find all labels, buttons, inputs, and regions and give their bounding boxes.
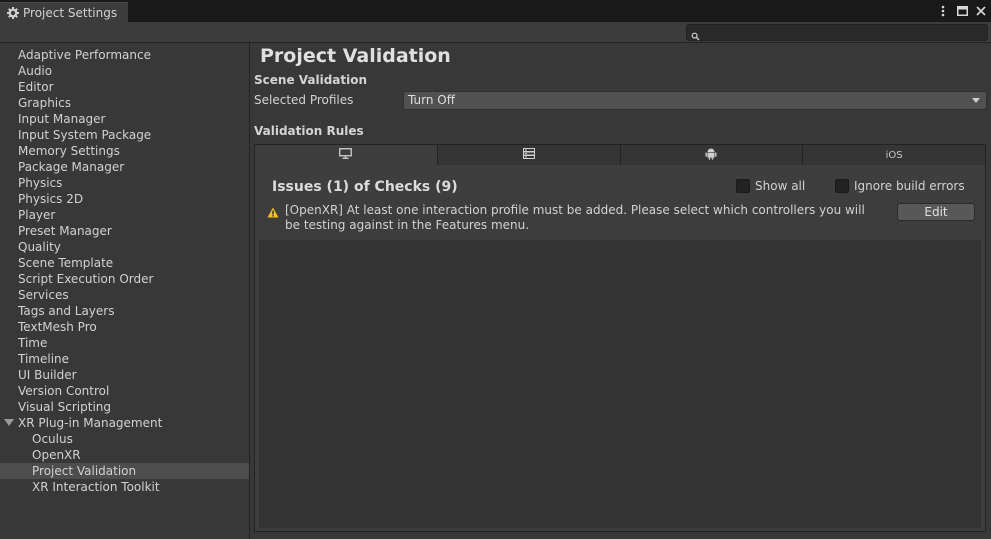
- sidebar-item-preset-manager[interactable]: Preset Manager: [0, 223, 249, 239]
- sidebar-item-physics[interactable]: Physics: [0, 175, 249, 191]
- sidebar-item-adaptive-performance[interactable]: Adaptive Performance: [0, 47, 249, 63]
- server-icon: [522, 148, 535, 162]
- chevron-down-icon: [972, 98, 980, 103]
- sidebar-item-timeline[interactable]: Timeline: [0, 351, 249, 367]
- selected-profiles-dropdown[interactable]: Turn Off: [403, 91, 987, 110]
- tab-android[interactable]: [620, 144, 804, 166]
- ignore-build-errors-checkbox[interactable]: [835, 179, 849, 193]
- sidebar-item-package-manager[interactable]: Package Manager: [0, 159, 249, 175]
- sidebar-item-editor[interactable]: Editor: [0, 79, 249, 95]
- show-all-toggle[interactable]: Show all: [736, 179, 805, 193]
- project-settings-tab[interactable]: Project Settings: [0, 2, 128, 23]
- list-item: [OpenXR] At least one interaction profil…: [259, 198, 981, 240]
- issues-count-title: Issues (1) of Checks (9): [272, 179, 458, 195]
- sidebar-item-input-system-package[interactable]: Input System Package: [0, 127, 249, 143]
- toolbar: [0, 22, 991, 43]
- sidebar-item-player[interactable]: Player: [0, 207, 249, 223]
- warning-icon: [267, 203, 279, 222]
- sidebar-item-quality[interactable]: Quality: [0, 239, 249, 255]
- sidebar-item-oculus[interactable]: Oculus: [0, 431, 249, 447]
- sidebar-item-time[interactable]: Time: [0, 335, 249, 351]
- validation-rules-heading: Validation Rules: [254, 124, 364, 138]
- sidebar-item-services[interactable]: Services: [0, 287, 249, 303]
- close-icon[interactable]: [975, 3, 987, 19]
- edit-button[interactable]: Edit: [897, 203, 975, 221]
- tab-standalone[interactable]: [254, 144, 438, 166]
- gear-icon: [7, 7, 19, 19]
- ignore-build-errors-label: Ignore build errors: [854, 179, 965, 193]
- tab-ios-label: iOS: [885, 149, 903, 161]
- tab-ios[interactable]: iOS: [803, 144, 986, 166]
- desktop-icon: [339, 148, 353, 162]
- window-tab-bar: Project Settings: [0, 0, 991, 23]
- sidebar-item-project-validation[interactable]: Project Validation: [0, 463, 249, 479]
- tab-title: Project Settings: [23, 6, 118, 20]
- sidebar-item-visual-scripting[interactable]: Visual Scripting: [0, 399, 249, 415]
- expand-triangle-icon[interactable]: [4, 419, 14, 426]
- validation-panel: Issues (1) of Checks (9) Show all Ignore…: [254, 165, 986, 532]
- platform-tabs: iOS: [254, 144, 986, 166]
- settings-sidebar: Adaptive Performance Audio Editor Graphi…: [0, 43, 250, 539]
- sidebar-item-script-execution-order[interactable]: Script Execution Order: [0, 271, 249, 287]
- tab-server[interactable]: [437, 144, 621, 166]
- sidebar-item-graphics[interactable]: Graphics: [0, 95, 249, 111]
- sidebar-item-xr-plugin-management[interactable]: XR Plug-in Management: [0, 415, 249, 431]
- selected-profiles-value: Turn Off: [408, 93, 455, 107]
- sidebar-item-memory-settings[interactable]: Memory Settings: [0, 143, 249, 159]
- sidebar-item-physics-2d[interactable]: Physics 2D: [0, 191, 249, 207]
- more-icon[interactable]: [937, 3, 949, 19]
- ignore-build-errors-toggle[interactable]: Ignore build errors: [835, 179, 965, 193]
- sidebar-item-audio[interactable]: Audio: [0, 63, 249, 79]
- page-title: Project Validation: [260, 45, 451, 67]
- search-input[interactable]: [686, 24, 988, 41]
- show-all-label: Show all: [755, 179, 806, 193]
- android-icon: [705, 147, 717, 163]
- sidebar-item-version-control[interactable]: Version Control: [0, 383, 249, 399]
- sidebar-item-textmesh-pro[interactable]: TextMesh Pro: [0, 319, 249, 335]
- sidebar-item-tags-and-layers[interactable]: Tags and Layers: [0, 303, 249, 319]
- scene-validation-heading: Scene Validation: [254, 73, 368, 87]
- maximize-icon[interactable]: [956, 3, 968, 19]
- sidebar-item-input-manager[interactable]: Input Manager: [0, 111, 249, 127]
- settings-content: Project Validation Scene Validation Sele…: [250, 43, 991, 539]
- sidebar-item-xr-interaction-toolkit[interactable]: XR Interaction Toolkit: [0, 479, 249, 495]
- selected-profiles-label: Selected Profiles: [254, 93, 354, 107]
- show-all-checkbox[interactable]: [736, 179, 750, 193]
- sidebar-item-openxr[interactable]: OpenXR: [0, 447, 249, 463]
- issues-list: [OpenXR] At least one interaction profil…: [259, 198, 981, 528]
- issue-message: [OpenXR] At least one interaction profil…: [285, 203, 865, 232]
- sidebar-item-ui-builder[interactable]: UI Builder: [0, 367, 249, 383]
- sidebar-item-scene-template[interactable]: Scene Template: [0, 255, 249, 271]
